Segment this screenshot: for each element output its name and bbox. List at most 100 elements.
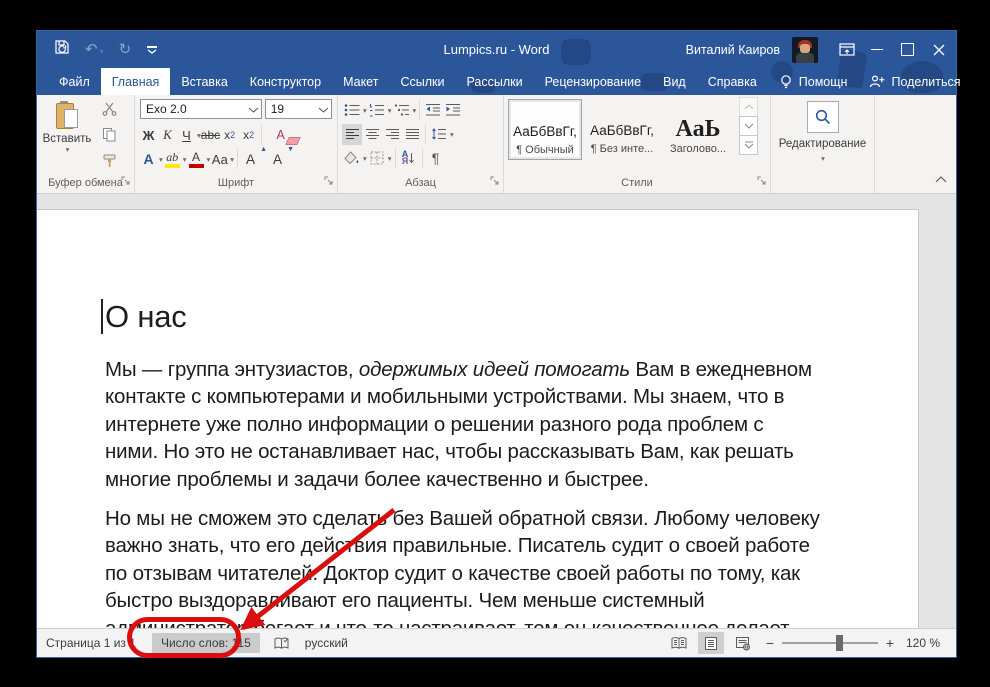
sort-button[interactable]: АЯ <box>399 148 419 169</box>
styles-more-button[interactable] <box>739 135 758 155</box>
decrease-indent-button[interactable] <box>423 100 443 121</box>
document-line: многие проблемы и задачи более качествен… <box>105 467 649 491</box>
font-dialog-launcher[interactable] <box>324 176 334 190</box>
tab-layout[interactable]: Макет <box>332 68 389 95</box>
tab-review[interactable]: Рецензирование <box>534 68 653 95</box>
document-line: быстро выздоравливают его пациенты. Чем … <box>105 589 705 613</box>
styles-scroll-down[interactable] <box>739 116 758 136</box>
tab-insert[interactable]: Вставка <box>170 68 238 95</box>
chevron-down-icon <box>318 102 329 116</box>
search-icon <box>806 101 839 133</box>
increase-indent-button[interactable] <box>443 100 463 121</box>
styles-scroll-up[interactable] <box>739 97 758 117</box>
read-mode-icon[interactable] <box>666 632 692 654</box>
multilevel-list-button[interactable] <box>392 100 412 121</box>
document-line: ними. Но это не останавливает нас, чтобы… <box>105 440 794 464</box>
group-paragraph: ▾ ▾ ▾ ▾ ▾ ▾ А Я ¶ Абзац <box>338 95 504 193</box>
tab-references[interactable]: Ссылки <box>389 68 455 95</box>
text-cursor <box>101 299 103 334</box>
shading-button[interactable] <box>342 148 362 169</box>
window-chrome: ↶ ▾ ↻ Lumpics.ru - Word Виталий Каиров Ф… <box>37 31 960 95</box>
web-layout-icon[interactable] <box>730 632 756 654</box>
lightbulb-icon <box>779 74 793 90</box>
editing-button[interactable]: Редактирование ▾ <box>771 95 874 176</box>
style-card-no-spacing[interactable]: АаБбВвГг, ¶ Без инте... <box>586 99 658 158</box>
cut-button[interactable] <box>102 102 117 121</box>
word-window: ↶ ▾ ↻ Lumpics.ru - Word Виталий Каиров Ф… <box>36 30 960 658</box>
align-center-button[interactable] <box>362 124 382 145</box>
undo-icon[interactable]: ↶ ▾ <box>85 41 104 59</box>
collapse-ribbon-button[interactable] <box>935 170 947 188</box>
minimize-button[interactable] <box>862 31 892 68</box>
page-indicator[interactable]: Страница 1 из 1 <box>46 636 136 650</box>
tab-file[interactable]: Файл <box>48 68 101 95</box>
close-button[interactable] <box>922 31 956 68</box>
styles-dialog-launcher[interactable] <box>757 176 767 190</box>
document-heading: О нас <box>101 298 880 336</box>
clear-formatting-button[interactable]: А <box>271 124 290 146</box>
align-left-button[interactable] <box>342 123 362 145</box>
proofing-book-icon[interactable] <box>273 636 290 651</box>
change-case-button[interactable]: Аа <box>210 148 229 170</box>
underline-button[interactable]: Ч <box>177 124 196 146</box>
tab-design[interactable]: Конструктор <box>239 68 332 95</box>
tab-help[interactable]: Справка <box>697 68 768 95</box>
maximize-button[interactable] <box>892 31 922 68</box>
superscript-button[interactable]: x2 <box>239 124 258 146</box>
grow-font-button[interactable]: А ▲ <box>241 146 267 170</box>
document-page[interactable]: О нас Мы — группа энтузиастов, одержимых… <box>37 209 919 628</box>
quick-access-toolbar: ↶ ▾ ↻ <box>54 39 158 60</box>
subscript-button[interactable]: x2 <box>220 124 239 146</box>
document-line: контакте с компьютерами и мобильными уст… <box>105 385 785 409</box>
ribbon-tab-row: Файл Главная Вставка Конструктор Макет С… <box>37 68 960 95</box>
style-card-heading[interactable]: АаЬ Заголово... <box>662 99 734 158</box>
print-layout-icon[interactable] <box>697 632 724 654</box>
font-size-combo[interactable]: 19 <box>264 99 332 119</box>
strikethrough-button[interactable]: abc <box>201 124 220 146</box>
user-name[interactable]: Виталий Каиров <box>686 43 780 57</box>
avatar[interactable] <box>792 36 818 63</box>
save-sync-icon[interactable] <box>54 39 70 60</box>
numbered-list-button[interactable] <box>367 100 387 121</box>
tab-home[interactable]: Главная <box>100 68 171 95</box>
italic-button[interactable]: К <box>158 124 177 146</box>
line-spacing-button[interactable] <box>429 124 449 145</box>
highlight-color-button[interactable]: ab <box>163 148 182 170</box>
clipboard-dialog-launcher[interactable] <box>121 176 131 190</box>
font-name-combo[interactable]: Exo 2.0 <box>140 99 262 119</box>
tab-assistant[interactable]: Помощн <box>768 68 859 95</box>
justify-button[interactable] <box>402 124 422 145</box>
tab-view[interactable]: Вид <box>652 68 697 95</box>
bold-button[interactable]: Ж <box>139 124 158 146</box>
chevron-down-icon: ▾ <box>65 145 70 154</box>
ribbon: Вставить ▾ Буфер обмена Exo 2.0 19 Ж К Ч… <box>37 95 956 194</box>
paragraph-dialog-launcher[interactable] <box>490 176 500 190</box>
annotation-red-ellipse <box>127 617 241 658</box>
align-right-button[interactable] <box>382 124 402 145</box>
copy-button[interactable] <box>102 127 117 147</box>
borders-button[interactable] <box>367 148 387 169</box>
zoom-level[interactable]: 120 % <box>906 636 940 650</box>
paste-button[interactable]: Вставить ▾ <box>41 98 93 176</box>
document-line: Но мы не сможем это сделать без Вашей об… <box>105 507 820 531</box>
bullet-list-button[interactable] <box>342 100 362 121</box>
document-paragraph: Мы — группа энтузиастов, одержимых идеей… <box>105 356 880 493</box>
format-painter-button[interactable] <box>102 153 117 173</box>
font-color-button[interactable]: А <box>187 148 206 170</box>
language-indicator[interactable]: русский <box>305 636 348 650</box>
redo-icon[interactable]: ↻ <box>119 42 132 57</box>
shrink-font-button[interactable]: А ▼ <box>268 146 294 170</box>
zoom-in-button[interactable]: + <box>882 635 898 651</box>
text-effects-button[interactable]: А <box>139 148 158 170</box>
document-line: по отзывам читателей. Доктор судит о кач… <box>105 561 800 585</box>
customize-qat-icon[interactable] <box>146 45 158 54</box>
zoom-slider-thumb[interactable] <box>835 635 843 651</box>
zoom-out-button[interactable]: − <box>762 635 778 651</box>
show-formatting-button[interactable]: ¶ <box>426 148 446 169</box>
tab-share[interactable]: Поделиться <box>858 68 971 95</box>
clipboard-icon <box>56 101 78 130</box>
zoom-slider[interactable] <box>781 635 878 651</box>
style-card-normal[interactable]: АаБбВвГг, ¶ Обычный <box>508 99 582 160</box>
ribbon-display-options-icon[interactable] <box>832 31 862 68</box>
tab-mailings[interactable]: Рассылки <box>455 68 533 95</box>
